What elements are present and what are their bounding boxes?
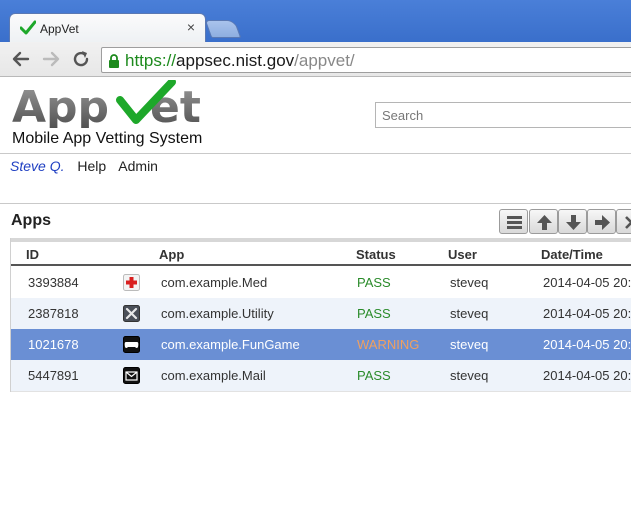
arrow-left-icon (12, 51, 30, 67)
appvet-logo: App et (12, 80, 201, 128)
panel-divider (0, 203, 631, 204)
admin-link[interactable]: Admin (118, 158, 158, 174)
close-button[interactable] (616, 209, 631, 234)
table-row[interactable]: 5447891 com.example.Mail PASS steveq 201… (11, 360, 631, 391)
arrow-up-icon (537, 215, 552, 230)
apps-panel-title: Apps (11, 212, 51, 229)
url-host: appsec.nist.gov (176, 51, 295, 70)
lock-icon (109, 54, 119, 68)
column-header-status[interactable]: Status (356, 247, 396, 262)
cell-id: 3393884 (28, 275, 79, 290)
mail-icon (123, 367, 140, 384)
cell-app: com.example.FunGame (161, 337, 300, 352)
tab-title: AppVet (40, 22, 79, 36)
browser-titlebar: AppVet × (0, 0, 631, 43)
table-bottom-border (11, 391, 631, 392)
cell-app: com.example.Utility (161, 306, 274, 321)
cell-app: com.example.Mail (161, 368, 266, 383)
cell-user: steveq (450, 337, 489, 352)
apps-table-header: ID App Status User Date/Time (11, 242, 631, 266)
cell-datetime: 2014-04-05 20:3 (543, 368, 631, 383)
cell-datetime: 2014-04-05 20:3 (543, 306, 631, 321)
arrow-right-icon (42, 51, 60, 67)
browser-tab[interactable]: AppVet × (9, 13, 206, 43)
table-row[interactable]: 3393884 com.example.Med PASS steveq 2014… (11, 267, 631, 298)
move-down-button[interactable] (558, 209, 587, 234)
cell-id: 5447891 (28, 368, 79, 383)
back-button[interactable] (9, 48, 33, 70)
new-tab-button[interactable] (204, 20, 242, 38)
table-row-selected[interactable]: 1021678 com.example.FunGame WARNING stev… (11, 329, 631, 360)
cell-user: steveq (450, 275, 489, 290)
cell-status: PASS (357, 306, 391, 321)
user-link[interactable]: Steve Q. (10, 158, 64, 174)
forward-action-button[interactable] (587, 209, 616, 234)
gamepad-icon (123, 336, 140, 353)
cell-app: com.example.Med (161, 275, 268, 290)
column-header-user[interactable]: User (448, 247, 477, 262)
column-header-id[interactable]: ID (26, 247, 39, 262)
url-text: https://appsec.nist.gov/appvet/ (125, 51, 355, 71)
close-icon (625, 216, 631, 229)
svg-text:App: App (12, 82, 109, 128)
url-path: /appvet/ (294, 51, 355, 70)
tab-close-icon[interactable]: × (187, 19, 195, 35)
reload-icon (73, 51, 89, 67)
search-input[interactable] (375, 102, 631, 128)
cell-datetime: 2014-04-05 20:3 (543, 275, 631, 290)
header-divider (0, 153, 631, 154)
checkmark-favicon-icon (20, 20, 36, 35)
url-scheme: https:// (125, 51, 177, 70)
cell-status: PASS (357, 275, 391, 290)
arrow-right-icon (595, 215, 610, 230)
help-link[interactable]: Help (77, 158, 106, 174)
tools-icon (123, 305, 140, 322)
cell-datetime: 2014-04-05 20:3 (543, 337, 631, 352)
move-up-button[interactable] (529, 209, 558, 234)
user-nav: Steve Q. Help Admin (10, 158, 167, 174)
browser-toolbar: https://appsec.nist.gov/appvet/ (0, 42, 631, 77)
table-row[interactable]: 2387818 com.example.Utility PASS steveq … (11, 298, 631, 329)
svg-text:et: et (150, 82, 201, 128)
site-tagline: Mobile App Vetting System (12, 130, 203, 147)
forward-button[interactable] (39, 48, 63, 70)
medical-cross-icon (123, 274, 140, 291)
cell-status: PASS (357, 368, 391, 383)
reload-button[interactable] (69, 48, 93, 70)
column-header-app[interactable]: App (159, 247, 184, 262)
cell-user: steveq (450, 306, 489, 321)
cell-id: 1021678 (28, 337, 79, 352)
menu-button[interactable] (499, 209, 528, 234)
menu-icon (507, 216, 522, 229)
cell-status: WARNING (357, 337, 420, 352)
cell-user: steveq (450, 368, 489, 383)
column-header-datetime[interactable]: Date/Time (541, 247, 603, 262)
cell-id: 2387818 (28, 306, 79, 321)
arrow-down-icon (566, 215, 581, 230)
address-bar[interactable]: https://appsec.nist.gov/appvet/ (101, 47, 631, 73)
